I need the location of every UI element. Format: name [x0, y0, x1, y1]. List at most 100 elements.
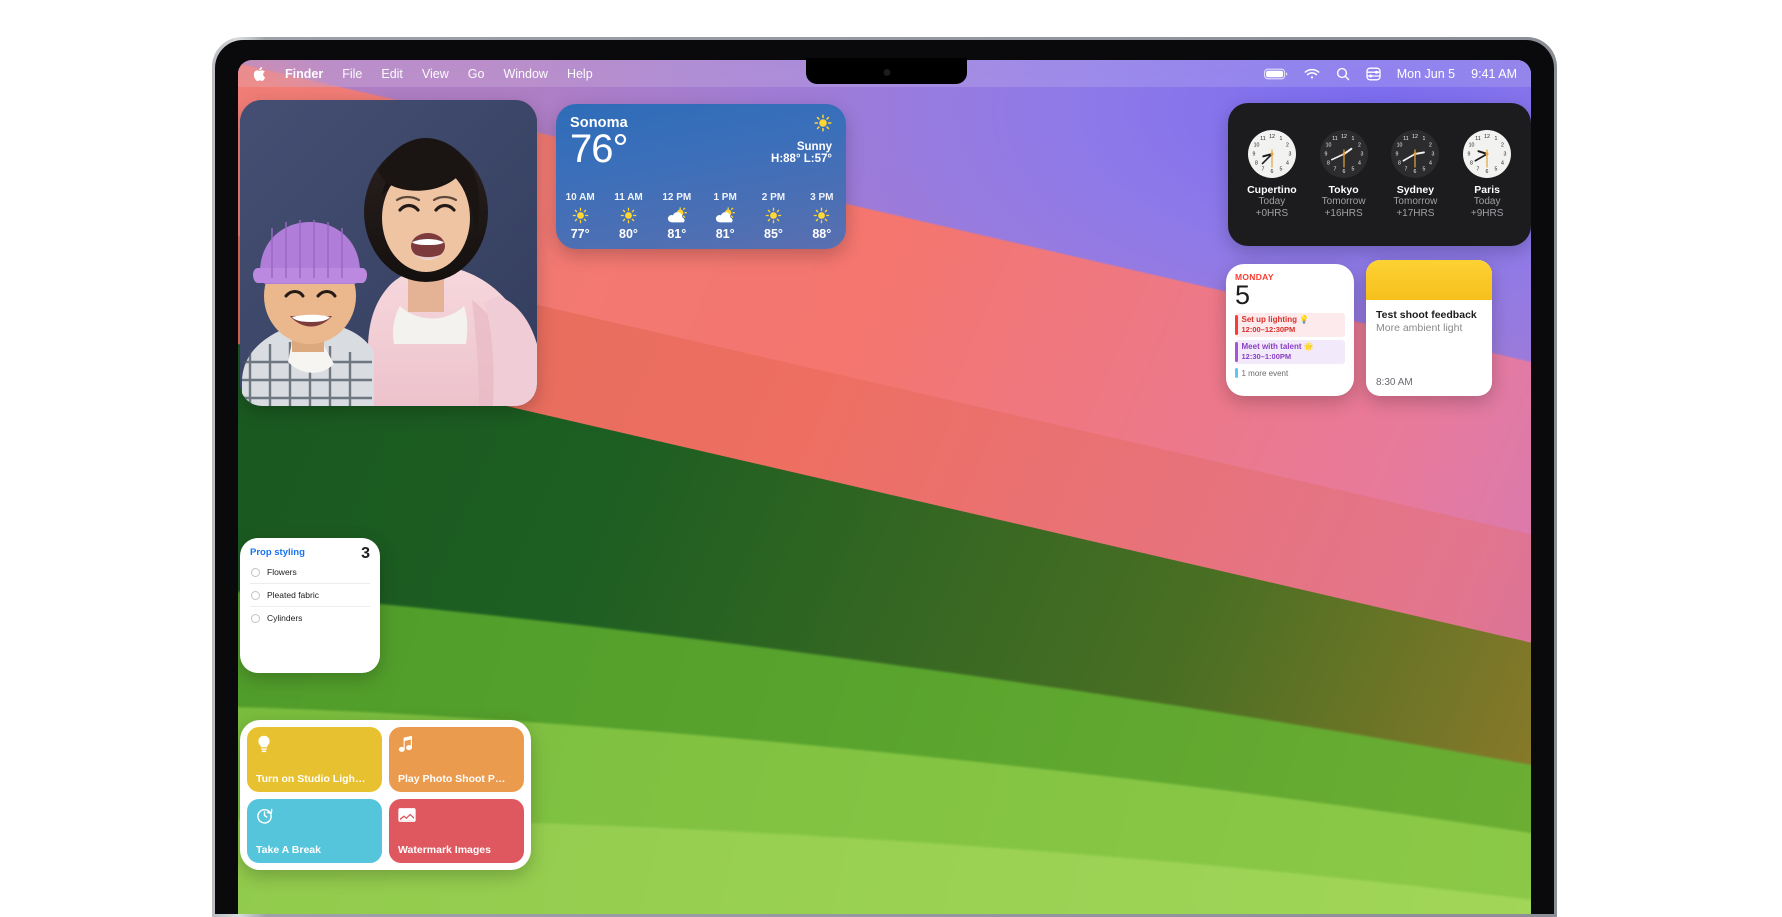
weather-hour-temp: 77°: [570, 227, 590, 241]
svg-text:6: 6: [1270, 168, 1273, 174]
desktop-screen: Finder File Edit View Go Window Help Mon…: [238, 60, 1531, 914]
reminder-checkbox-icon[interactable]: [251, 567, 260, 577]
svg-text:4: 4: [1501, 160, 1504, 166]
svg-text:6: 6: [1486, 168, 1489, 174]
notes-widget[interactable]: Test shoot feedback More ambient light 8…: [1366, 260, 1492, 396]
weather-hour: 3 PM 88°: [799, 192, 845, 241]
reminder-item[interactable]: Flowers: [250, 561, 370, 584]
sun-icon: [814, 114, 832, 136]
weather-widget[interactable]: Sonoma 76° Sunny H:88° L:57° 10 AM 77° 1…: [556, 104, 846, 249]
clock-paris[interactable]: 12 1 2 3 4567 8 9 10 11 Paris Today +9HRS: [1453, 129, 1521, 220]
clock-offset: +0HRS: [1255, 207, 1289, 219]
calendar-event-time: 12:00–12:30PM: [1241, 325, 1296, 334]
sun-icon: [750, 205, 796, 225]
svg-text:3: 3: [1504, 151, 1507, 157]
menu-item-help[interactable]: Help: [567, 67, 593, 81]
clock-sydney[interactable]: 12 1 2 3 4567 8 9 10 11 Sydney Tomorrow +17HRS: [1381, 129, 1449, 220]
weather-high-low: H:88° L:57°: [771, 153, 832, 165]
svg-text:1: 1: [1423, 136, 1426, 142]
battery-icon[interactable]: [1263, 68, 1288, 80]
reminder-item[interactable]: Cylinders: [250, 607, 370, 629]
clock-day: Today: [1258, 195, 1286, 207]
menu-item-file[interactable]: File: [342, 67, 362, 81]
weather-hour-time: 11 AM: [614, 192, 643, 203]
clock-tokyo[interactable]: 12 1 2 3 4567 8 9 10 11 Tokyo Tomorrow +16HRS: [1310, 129, 1378, 220]
shortcut-turn-on-studio-lights[interactable]: Turn on Studio Ligh…: [247, 727, 382, 792]
sun-behind-cloud-icon: [702, 205, 748, 225]
notes-subtitle: More ambient light: [1376, 322, 1463, 334]
search-icon[interactable]: [1336, 67, 1350, 81]
weather-hour-temp: 81°: [715, 227, 735, 241]
menu-item-go[interactable]: Go: [468, 67, 485, 81]
menu-item-edit[interactable]: Edit: [381, 67, 403, 81]
weather-hour-time: 1 PM: [713, 192, 737, 203]
svg-text:3: 3: [1360, 151, 1363, 157]
clock-face: 12 1 2 3 4567 8 9 10 11: [1463, 129, 1512, 178]
svg-text:3: 3: [1432, 151, 1435, 157]
svg-text:4: 4: [1429, 160, 1432, 166]
calendar-day-number: 5: [1235, 280, 1251, 310]
calendar-event-title: Meet with talent 🌟: [1241, 342, 1314, 351]
weather-hourly-forecast: 10 AM 77° 11 AM 80° 12 PM 81° 1 PM 81° 2…: [556, 192, 846, 241]
reminder-item[interactable]: Pleated fabric: [250, 584, 370, 607]
world-clock-widget[interactable]: 12 1 2 3 4567 8 9 10 11 Cupertino Today +0HRS: [1228, 103, 1531, 246]
svg-text:7: 7: [1333, 166, 1336, 172]
notes-timestamp: 8:30 AM: [1376, 377, 1413, 388]
menubar-time[interactable]: 9:41 AM: [1471, 67, 1517, 81]
reminders-widget[interactable]: Prop styling 3 Flowers Pleated fabric Cy…: [240, 538, 380, 673]
calendar-event-color-bar: [1235, 342, 1238, 362]
svg-text:9: 9: [1324, 151, 1327, 157]
svg-text:4: 4: [1286, 160, 1289, 166]
svg-text:11: 11: [1404, 136, 1409, 142]
calendar-more-events[interactable]: 1 more event: [1235, 368, 1345, 378]
weather-hour: 2 PM 85°: [750, 192, 796, 241]
menubar-date[interactable]: Mon Jun 5: [1397, 67, 1455, 81]
svg-text:10: 10: [1469, 142, 1475, 148]
shortcut-watermark-images[interactable]: Watermark Images: [389, 798, 524, 863]
clock-face: 12 1 2 3 4567 8 9 10 11: [1319, 129, 1368, 178]
reminder-checkbox-icon[interactable]: [251, 613, 260, 623]
svg-text:12: 12: [1341, 133, 1347, 139]
photo-widget[interactable]: [240, 100, 537, 406]
wifi-icon[interactable]: [1304, 68, 1320, 80]
camera-icon: [883, 69, 890, 76]
reminder-checkbox-icon[interactable]: [251, 590, 260, 600]
menu-item-view[interactable]: View: [422, 67, 449, 81]
svg-text:2: 2: [1358, 142, 1361, 148]
svg-text:12: 12: [1269, 133, 1275, 139]
calendar-event-time: 12:30–1:00PM: [1241, 352, 1292, 361]
music-note-icon: [398, 735, 414, 757]
shortcut-label: Watermark Images: [398, 844, 491, 856]
shortcut-label: Play Photo Shoot P…: [398, 772, 506, 785]
svg-text:11: 11: [1475, 136, 1480, 142]
calendar-event[interactable]: Meet with talent 🌟 12:30–1:00PM: [1235, 340, 1345, 364]
svg-text:10: 10: [1397, 142, 1403, 148]
clock-cupertino[interactable]: 12 1 2 3 4567 8 9 10 11 Cupertino Today +0HRS: [1238, 129, 1306, 220]
calendar-widget[interactable]: MONDAY 5 Set up lighting 💡 12:00–12:30PM…: [1226, 264, 1354, 396]
svg-text:11: 11: [1260, 136, 1265, 142]
svg-text:2: 2: [1429, 142, 1432, 148]
svg-text:7: 7: [1405, 166, 1408, 172]
menu-item-window[interactable]: Window: [503, 67, 547, 81]
shortcut-take-a-break[interactable]: Take A Break: [247, 798, 382, 863]
svg-text:5: 5: [1279, 166, 1282, 172]
lightbulb-icon: [256, 735, 272, 757]
svg-text:1: 1: [1279, 136, 1282, 142]
svg-text:6: 6: [1342, 168, 1345, 174]
menu-item-finder[interactable]: Finder: [285, 67, 323, 81]
svg-text:7: 7: [1477, 166, 1480, 172]
control-center-icon[interactable]: [1366, 67, 1381, 81]
apple-logo-icon[interactable]: [252, 66, 266, 82]
svg-text:9: 9: [1468, 151, 1471, 157]
weather-hour-time: 12 PM: [662, 192, 692, 203]
svg-text:10: 10: [1325, 142, 1331, 148]
svg-text:5: 5: [1495, 166, 1498, 172]
sun-behind-cloud-icon: [654, 205, 700, 225]
clock-city-name: Paris: [1474, 183, 1500, 196]
svg-text:5: 5: [1423, 166, 1426, 172]
shortcut-play-photo-shoot-playlist[interactable]: Play Photo Shoot P…: [389, 727, 524, 792]
svg-text:1: 1: [1495, 136, 1498, 142]
calendar-event[interactable]: Set up lighting 💡 12:00–12:30PM: [1235, 313, 1345, 337]
weather-hour: 10 AM 77°: [557, 192, 603, 241]
clock-city-name: Tokyo: [1328, 183, 1359, 196]
